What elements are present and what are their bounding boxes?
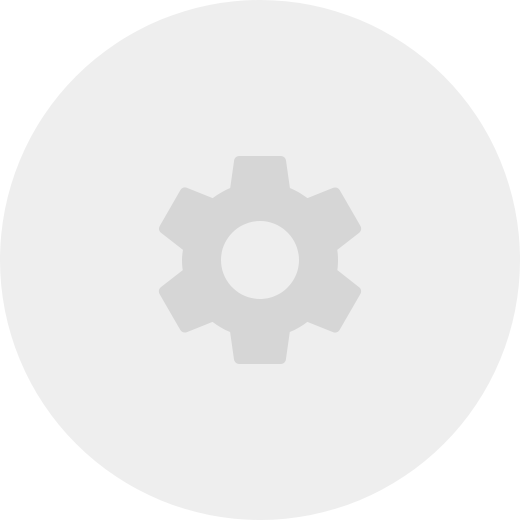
settings-button[interactable] [0, 0, 520, 520]
gear-icon [130, 130, 390, 390]
settings-stage [0, 0, 520, 520]
